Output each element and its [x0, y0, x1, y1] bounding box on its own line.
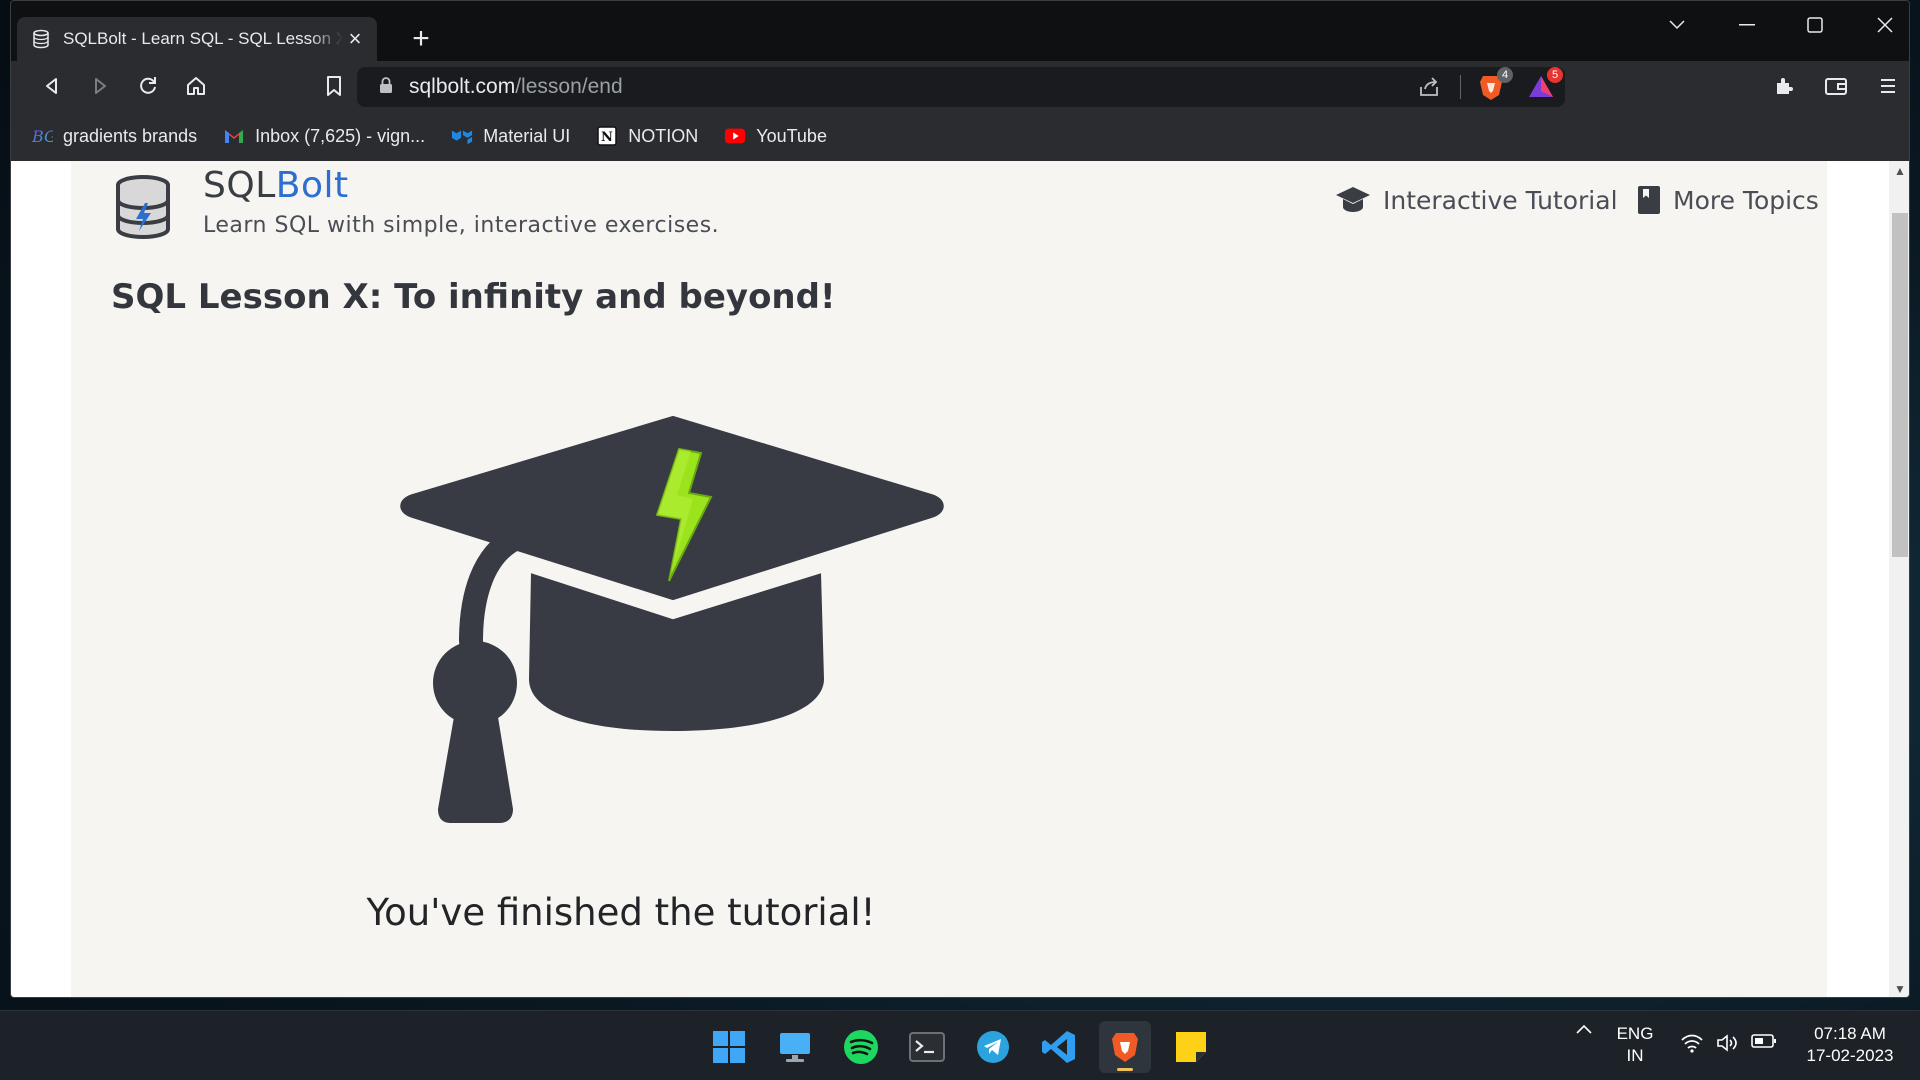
lock-icon[interactable] [379, 75, 393, 99]
bookmark-inbox[interactable]: Inbox (7,625) - vign... [223, 125, 425, 147]
sticky-notes-icon[interactable] [1165, 1021, 1217, 1073]
bookmark-label: YouTube [756, 125, 827, 146]
bookmarks-bar: BG gradients brands Inbox (7,625) - vign… [11, 111, 1909, 161]
bookmark-material-ui[interactable]: Material UI [451, 125, 570, 147]
site-brand[interactable]: SQLBolt [203, 165, 349, 206]
brave-icon[interactable] [1099, 1021, 1151, 1073]
lesson-title: SQL Lesson X: To infinity and beyond! [111, 277, 836, 317]
nav-more-topics[interactable]: More Topics [1637, 185, 1819, 215]
nav-label: More Topics [1673, 185, 1819, 215]
scroll-down-icon[interactable]: ▼ [1889, 979, 1909, 997]
gradients-icon: BG [31, 125, 53, 147]
brand-prefix: SQL [203, 165, 276, 206]
scrollbar-thumb[interactable] [1892, 213, 1908, 557]
lang-code: ENG [1616, 1024, 1654, 1043]
battery-icon[interactable] [1750, 1033, 1778, 1049]
spotify-icon[interactable] [835, 1021, 887, 1073]
new-tab-button[interactable]: + [403, 21, 439, 57]
taskbar: ENG IN 07:18 AM 17-02-2023 [0, 1010, 1920, 1080]
notion-icon: N [596, 125, 618, 147]
bookmark-gradients-brands[interactable]: BG gradients brands [31, 125, 197, 147]
show-hidden-icons-icon[interactable] [1572, 1023, 1596, 1035]
wifi-icon[interactable] [1678, 1033, 1706, 1053]
windows-start-icon[interactable] [703, 1021, 755, 1073]
material-ui-icon [451, 125, 473, 147]
site-tagline: Learn SQL with simple, interactive exerc… [203, 213, 720, 238]
close-window-icon[interactable] [1857, 7, 1909, 43]
bookmark-icon[interactable] [317, 69, 351, 103]
tab-close-icon[interactable]: × [343, 26, 367, 51]
nav-label: Interactive Tutorial [1383, 185, 1618, 215]
shields-count-badge: 4 [1497, 67, 1513, 83]
bookmark-label: Inbox (7,625) - vign... [255, 125, 426, 146]
wallet-icon[interactable] [1819, 69, 1853, 103]
share-icon[interactable] [1417, 75, 1441, 105]
maximize-icon[interactable] [1787, 7, 1843, 43]
sqlbolt-favicon-icon [33, 29, 49, 49]
url-host: sqlbolt.com [409, 75, 516, 98]
finished-message: You've finished the tutorial! [366, 891, 876, 934]
vscode-icon[interactable] [1033, 1021, 1085, 1073]
system-clock[interactable]: 07:18 AM 17-02-2023 [1790, 1023, 1910, 1067]
back-icon[interactable] [35, 69, 69, 103]
clock-date: 17-02-2023 [1806, 1046, 1894, 1065]
address-bar[interactable]: sqlbolt.com/lesson/end 4 5 [357, 67, 1565, 107]
desktop-icon[interactable] [769, 1021, 821, 1073]
nav-interactive-tutorial[interactable]: Interactive Tutorial [1335, 185, 1618, 215]
rewards-count-badge: 5 [1547, 67, 1563, 83]
bookmark-label: gradients brands [63, 125, 198, 146]
forward-icon[interactable] [83, 69, 117, 103]
tab-search-icon[interactable] [1649, 7, 1705, 43]
minimize-icon[interactable] [1719, 7, 1775, 43]
youtube-icon [724, 125, 746, 147]
menu-icon[interactable] [1871, 69, 1905, 103]
bookmark-label: NOTION [628, 125, 699, 146]
tab-strip: SQLBolt - Learn SQL - SQL Lesson X: To i… [11, 1, 1909, 61]
reload-icon[interactable] [131, 69, 165, 103]
browser-toolbar: sqlbolt.com/lesson/end 4 5 [11, 61, 1909, 111]
extensions-icon[interactable] [1767, 69, 1801, 103]
telegram-icon[interactable] [967, 1021, 1019, 1073]
scroll-up-icon[interactable]: ▲ [1889, 161, 1909, 181]
omnibox-divider [1460, 75, 1461, 99]
tab-title: SQLBolt - Learn SQL - SQL Lesson X: To i… [63, 29, 343, 48]
gmail-icon [223, 125, 245, 147]
page-viewport: SQLBolt Learn SQL with simple, interacti… [11, 161, 1889, 997]
brave-rewards-icon[interactable]: 5 [1525, 67, 1563, 103]
bookmark-label: Material UI [483, 125, 571, 146]
page-container: SQLBolt Learn SQL with simple, interacti… [71, 161, 1827, 997]
clock-time: 07:18 AM [1814, 1024, 1886, 1043]
page-scrollbar[interactable]: ▲ ▼ [1889, 161, 1909, 997]
volume-icon[interactable] [1714, 1033, 1742, 1053]
book-icon [1638, 186, 1660, 214]
svg-text:BG: BG [31, 127, 53, 146]
home-icon[interactable] [179, 69, 213, 103]
region-code: IN [1626, 1046, 1644, 1065]
sqlbolt-logo-icon[interactable] [111, 173, 175, 243]
bookmark-notion[interactable]: N NOTION [596, 125, 698, 147]
url-path: /lesson/end [515, 75, 623, 98]
graduation-cap-icon [1336, 187, 1370, 212]
bookmark-youtube[interactable]: YouTube [724, 125, 827, 147]
terminal-icon[interactable] [901, 1021, 953, 1073]
browser-window: SQLBolt - Learn SQL - SQL Lesson X: To i… [10, 0, 1910, 998]
graduation-cap-illustration-icon [400, 416, 944, 823]
active-tab[interactable]: SQLBolt - Learn SQL - SQL Lesson X: To i… [17, 17, 377, 61]
brand-suffix: Bolt [275, 165, 349, 206]
brave-shields-icon[interactable]: 4 [1475, 67, 1513, 103]
language-indicator[interactable]: ENG IN [1610, 1023, 1660, 1067]
svg-text:N: N [601, 130, 613, 145]
